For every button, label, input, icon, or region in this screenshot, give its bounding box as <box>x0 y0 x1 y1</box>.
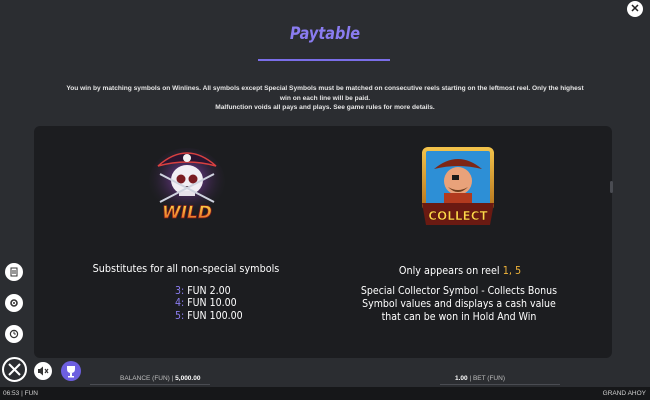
paytable-icon <box>10 267 18 277</box>
wild-symbol-icon: WILD <box>149 148 225 223</box>
wild-pay-list: 3: FUN 2.00 4: FUN 10.00 5: FUN 100.00 <box>175 285 250 322</box>
close-paytable-button[interactable]: ✕ <box>627 1 643 17</box>
bet-value: 1.00 <box>455 375 468 382</box>
title-underline <box>258 59 390 61</box>
wild-pay-row: 3: FUN 2.00 <box>175 285 243 297</box>
pay-value: FUN 10.00 <box>187 297 237 310</box>
wild-symbol-text: WILD <box>162 203 212 223</box>
history-button[interactable] <box>5 325 23 343</box>
panel-scrollbar[interactable] <box>610 181 613 193</box>
play-mode: FUN <box>24 390 38 397</box>
balance-value: 5,000.00 <box>175 375 201 382</box>
pay-count: 3: <box>175 285 185 297</box>
reel-numbers: 1, 5 <box>502 265 522 277</box>
close-icon <box>8 363 21 376</box>
trophy-button[interactable] <box>61 361 81 381</box>
balance-divider <box>90 384 210 385</box>
pay-value: FUN 2.00 <box>187 285 231 297</box>
pay-value: FUN 100.00 <box>187 309 243 322</box>
close-game-button[interactable] <box>2 357 27 382</box>
trophy-icon <box>67 366 75 378</box>
clock: 06:53 <box>3 390 20 397</box>
game-name: GRAND AHOY <box>602 390 646 397</box>
status-bar <box>0 387 650 400</box>
collect-symbol-text: COLLECT <box>428 209 488 223</box>
settings-button[interactable] <box>5 294 23 312</box>
clock-and-mode: 06:53 | FUN <box>3 390 38 397</box>
balance-display: BALANCE (FUN) | 5,000.00 <box>120 375 201 382</box>
intro-line-2: Malfunction voids all pays and plays. Se… <box>215 104 435 111</box>
pay-count: 4: <box>175 297 185 310</box>
page-title: Paytable <box>289 24 361 44</box>
bet-label: BET (FUN) <box>472 375 505 382</box>
pay-count: 5: <box>175 309 185 322</box>
bet-display: 1.00 | BET (FUN) <box>455 375 505 382</box>
settings-icon <box>10 299 18 307</box>
collect-reel-info: Only appears on reel 1, 5 <box>368 265 552 277</box>
wild-pay-row: 5: FUN 100.00 <box>175 310 243 322</box>
mute-icon <box>38 366 49 376</box>
paytable-button[interactable] <box>5 263 23 281</box>
history-icon <box>9 329 19 339</box>
wild-pay-row: 4: FUN 10.00 <box>175 297 243 309</box>
balance-label: BALANCE (FUN) <box>120 375 170 382</box>
mute-button[interactable] <box>34 362 52 380</box>
paytable-intro: You win by matching symbols on Winlines.… <box>60 84 590 113</box>
collect-symbol-icon: COLLECT <box>422 147 494 225</box>
bet-divider <box>440 384 560 385</box>
wild-description: Substitutes for all non-special symbols <box>92 263 280 275</box>
intro-line-1: You win by matching symbols on Winlines.… <box>66 85 584 102</box>
collect-description: Special Collector Symbol - Collects Bonu… <box>360 285 558 323</box>
reel-prefix: Only appears on reel <box>398 265 500 277</box>
